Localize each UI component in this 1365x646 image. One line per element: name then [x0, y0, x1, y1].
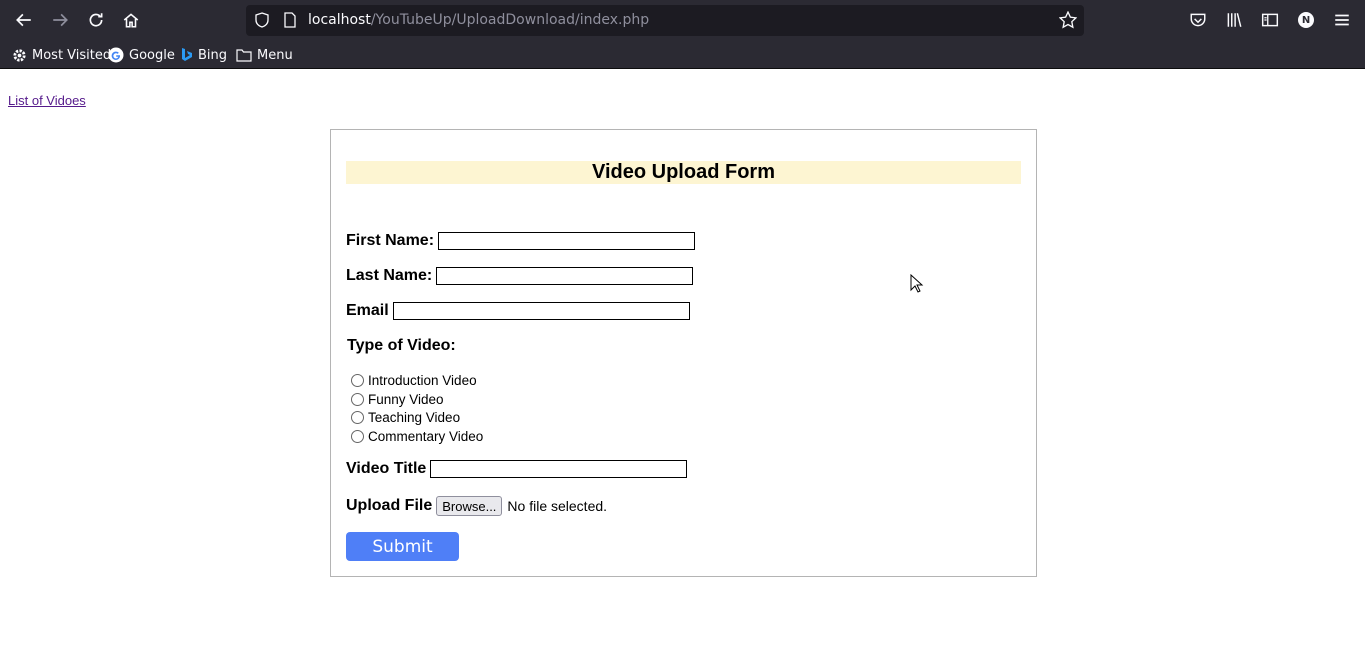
bookmark-label: Most Visited	[32, 47, 112, 63]
url-path: /YouTubeUp/UploadDownload/index.php	[370, 12, 650, 28]
radio-button[interactable]	[351, 411, 364, 424]
bing-icon	[182, 48, 192, 61]
browser-toolbar: localhost/YouTubeUp/UploadDownload/index…	[0, 0, 1365, 40]
last-name-row: Last Name:	[346, 267, 694, 285]
reload-button[interactable]	[84, 8, 108, 32]
back-button[interactable]	[12, 8, 36, 32]
bookmark-bing[interactable]: Bing	[181, 46, 227, 64]
url-text[interactable]: localhost/YouTubeUp/UploadDownload/index…	[308, 12, 649, 28]
no-file-text: No file selected.	[507, 498, 608, 514]
radio-button[interactable]	[351, 374, 364, 387]
video-title-row: Video Title	[346, 460, 688, 478]
radio-label: Teaching Video	[368, 410, 461, 425]
forward-arrow-icon	[53, 13, 68, 27]
email-input[interactable]	[392, 302, 690, 320]
hamburger-icon	[1335, 14, 1349, 26]
radio-funny[interactable]: Funny Video	[351, 392, 444, 407]
url-host: localhost	[308, 12, 371, 28]
upload-file-label: Upload File	[346, 497, 433, 514]
library-icon	[1227, 13, 1242, 27]
radio-button[interactable]	[351, 393, 364, 406]
bookmark-label: Google	[129, 47, 175, 63]
email-row: Email	[346, 302, 690, 320]
list-of-videos-link[interactable]: List of Vidoes	[8, 93, 86, 108]
video-upload-form: Video Upload Form First Name: Last Name:…	[330, 129, 1037, 577]
browse-button[interactable]: Browse...	[436, 496, 503, 516]
gear-icon	[13, 48, 26, 62]
type-row: Type of Video:	[347, 337, 460, 355]
home-button[interactable]	[119, 8, 143, 32]
avatar-initial: N	[1301, 14, 1311, 26]
bookmark-label: Bing	[198, 47, 228, 63]
radio-introduction[interactable]: Introduction Video	[351, 373, 477, 388]
menu-button[interactable]	[1330, 8, 1354, 32]
folder-icon	[236, 49, 252, 62]
avatar: N	[1298, 12, 1314, 28]
form-title: Video Upload Form	[592, 161, 775, 183]
home-icon	[123, 13, 139, 28]
mouse-cursor-icon	[910, 274, 924, 293]
bookmarks-bar: Most Visited Google Bing Menu	[0, 40, 1365, 69]
account-button[interactable]: N	[1294, 8, 1318, 32]
type-of-video-label: Type of Video:	[347, 337, 456, 354]
page-icon	[284, 12, 296, 28]
last-name-input[interactable]	[436, 267, 694, 285]
radio-label: Introduction Video	[368, 373, 477, 388]
back-arrow-icon	[16, 13, 31, 27]
pocket-button[interactable]	[1186, 8, 1210, 32]
radio-label: Commentary Video	[368, 429, 484, 444]
bookmark-menu-folder[interactable]: Menu	[236, 46, 293, 64]
email-label: Email	[346, 302, 389, 319]
bookmark-google[interactable]: Google	[108, 46, 175, 64]
last-name-label: Last Name:	[346, 267, 433, 284]
video-title-input[interactable]	[430, 460, 688, 478]
sidebar-button[interactable]	[1258, 8, 1282, 32]
radio-teaching[interactable]: Teaching Video	[351, 410, 460, 425]
radio-label: Funny Video	[368, 392, 444, 407]
reload-icon	[89, 13, 103, 27]
bookmark-most-visited[interactable]: Most Visited	[12, 46, 111, 64]
form-header: Video Upload Form	[346, 161, 1021, 184]
radio-button[interactable]	[351, 430, 364, 443]
library-button[interactable]	[1222, 8, 1246, 32]
forward-button[interactable]	[48, 8, 72, 32]
url-bar[interactable]: localhost/YouTubeUp/UploadDownload/index…	[246, 5, 1084, 36]
pocket-icon	[1190, 13, 1206, 27]
star-icon[interactable]	[1059, 11, 1077, 29]
upload-row: Upload File Browse... No file selected.	[346, 496, 607, 516]
video-title-label: Video Title	[346, 460, 427, 477]
shield-icon[interactable]	[254, 12, 270, 28]
first-name-input[interactable]	[438, 232, 696, 250]
radio-commentary[interactable]: Commentary Video	[351, 429, 483, 444]
google-icon	[108, 47, 124, 63]
first-name-row: First Name:	[346, 232, 696, 250]
submit-button[interactable]: Submit	[346, 532, 459, 561]
first-name-label: First Name:	[346, 232, 435, 249]
bookmark-label: Menu	[257, 47, 293, 63]
browser-chrome: localhost/YouTubeUp/UploadDownload/index…	[0, 0, 1365, 69]
sidebar-icon	[1261, 13, 1279, 27]
